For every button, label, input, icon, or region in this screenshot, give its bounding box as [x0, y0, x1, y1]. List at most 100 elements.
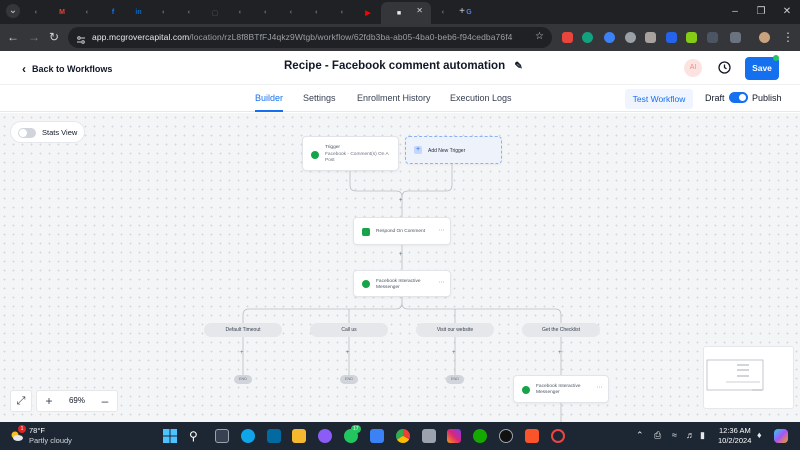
fit-screen-icon[interactable]: ⤢: [10, 390, 32, 412]
test-workflow-button[interactable]: Test Workflow: [625, 89, 693, 109]
browser-tab[interactable]: ◐: [24, 4, 49, 21]
workflow-canvas[interactable]: Stats View Trigger Facebook - Comment(s)…: [0, 113, 800, 422]
edge-icon[interactable]: [241, 429, 255, 443]
tab-settings[interactable]: Settings: [303, 93, 336, 103]
chevron-up-icon[interactable]: ⌃: [636, 430, 644, 441]
back-to-workflows-link[interactable]: ‹ Back to Workflows: [22, 62, 112, 76]
battery-icon[interactable]: ▮: [700, 430, 705, 441]
more-options-icon[interactable]: ⋯: [439, 227, 445, 234]
browser-tab[interactable]: ■ ✕: [381, 2, 431, 24]
threads-icon[interactable]: [499, 429, 513, 443]
brave-icon[interactable]: [525, 429, 539, 443]
browser-tab[interactable]: ◐: [254, 4, 279, 21]
add-step-plus-icon[interactable]: +: [399, 252, 403, 258]
trigger-node[interactable]: Trigger Facebook - Comment(s) On A Post: [302, 136, 399, 171]
action-node-messenger-2[interactable]: Facebook Interactive Messenger ⋯: [513, 375, 609, 403]
profile-avatar-icon[interactable]: [759, 32, 770, 43]
tab-builder[interactable]: Builder: [255, 93, 283, 103]
weather-temp[interactable]: 78°F: [29, 426, 45, 435]
publish-toggle[interactable]: [729, 92, 748, 103]
copilot-icon[interactable]: [774, 429, 788, 443]
reload-icon[interactable]: ↻: [47, 30, 61, 44]
weather-desc[interactable]: Partly cloudy: [29, 436, 72, 445]
extension-icon[interactable]: [604, 32, 615, 43]
stats-switch[interactable]: [18, 128, 36, 138]
back-arrow-icon[interactable]: ←: [6, 30, 20, 44]
browser-tab[interactable]: in: [126, 4, 151, 21]
wifi-icon[interactable]: ≈: [672, 430, 677, 440]
clock-time[interactable]: 12:36 AM: [719, 426, 751, 435]
add-step-plus-icon[interactable]: +: [452, 350, 456, 356]
mail-icon[interactable]: [422, 429, 436, 443]
extension-icon[interactable]: [582, 32, 593, 43]
browser-tab[interactable]: ◐: [330, 4, 355, 21]
zoom-out-button[interactable]: –: [93, 391, 117, 411]
browser-tab[interactable]: ▶: [356, 4, 381, 21]
stats-view-toggle[interactable]: Stats View: [10, 121, 85, 143]
action-node-messenger[interactable]: Facebook Interactive Messenger ⋯: [353, 270, 451, 297]
store-icon[interactable]: [370, 429, 384, 443]
zoom-in-button[interactable]: +: [37, 391, 61, 411]
opera-icon[interactable]: [551, 429, 565, 443]
canvas-minimap[interactable]: [703, 346, 794, 409]
browser-tab[interactable]: ◐: [279, 4, 304, 21]
browser-tab[interactable]: ◐: [305, 4, 330, 21]
windows-start-icon[interactable]: [163, 429, 177, 443]
upwork-icon[interactable]: [473, 429, 487, 443]
tab-search-icon[interactable]: ⌄: [6, 4, 20, 18]
instagram-icon[interactable]: [447, 429, 461, 443]
browser-tab[interactable]: ◐: [177, 4, 202, 21]
browser-tab[interactable]: ▢: [203, 4, 228, 21]
outlook-icon[interactable]: [267, 429, 281, 443]
branch-visit-website[interactable]: Visit our website: [416, 323, 494, 337]
extension-icon[interactable]: [686, 32, 697, 43]
close-tab-icon[interactable]: ✕: [416, 6, 423, 15]
bookmark-star-icon[interactable]: ☆: [535, 31, 544, 42]
page-title[interactable]: Recipe - Facebook comment automation ✎: [284, 60, 523, 72]
maximize-icon[interactable]: ❐: [754, 5, 768, 19]
file-explorer-icon[interactable]: [292, 429, 306, 443]
browser-menu-icon[interactable]: ⋮: [781, 30, 795, 44]
extension-icon[interactable]: [666, 32, 677, 43]
chrome-icon[interactable]: [396, 429, 410, 443]
browser-tab[interactable]: f: [101, 4, 126, 21]
branch-default-timeout[interactable]: Default Timeout: [204, 323, 282, 337]
history-icon[interactable]: [717, 60, 732, 75]
pencil-edit-icon[interactable]: ✎: [514, 61, 522, 72]
close-icon[interactable]: ✕: [780, 5, 794, 19]
volume-icon[interactable]: ♬: [686, 430, 695, 440]
search-icon[interactable]: ⚲: [189, 429, 203, 443]
add-step-plus-icon[interactable]: +: [240, 350, 244, 356]
add-step-plus-icon[interactable]: +: [346, 350, 350, 356]
more-options-icon[interactable]: ⋯: [597, 384, 603, 391]
action-node-respond[interactable]: Respond On Comment ⋯: [353, 217, 451, 245]
more-options-icon[interactable]: ⋯: [439, 279, 445, 286]
branch-get-checklist[interactable]: Get the Checklist: [522, 323, 600, 337]
browser-tab[interactable]: ◐: [75, 4, 100, 21]
address-bar[interactable]: app.mcgrovercapital.com/location/rzL8f8B…: [68, 27, 552, 48]
clock-date[interactable]: 10/2/2024: [718, 436, 751, 445]
site-info-icon[interactable]: [76, 32, 86, 44]
browser-tab[interactable]: ◐: [228, 4, 253, 21]
minimize-icon[interactable]: –: [728, 5, 742, 19]
new-tab-icon[interactable]: +: [455, 5, 469, 19]
add-new-trigger-button[interactable]: + Add New Trigger: [405, 136, 502, 164]
browser-tab[interactable]: M: [50, 4, 75, 21]
browser-tab[interactable]: ◐: [152, 4, 177, 21]
extension-icon[interactable]: [562, 32, 573, 43]
forward-arrow-icon[interactable]: →: [27, 30, 41, 44]
tab-enrollment-history[interactable]: Enrollment History: [357, 93, 431, 103]
extension-icon[interactable]: [645, 32, 656, 43]
branch-call-us[interactable]: Call us: [310, 323, 388, 337]
browser-tab[interactable]: ◐: [431, 4, 456, 21]
add-step-plus-icon[interactable]: +: [399, 198, 403, 204]
extension-icon[interactable]: [625, 32, 636, 43]
extension-icon[interactable]: [707, 32, 718, 43]
task-view-icon[interactable]: [215, 429, 229, 443]
tab-execution-logs[interactable]: Execution Logs: [450, 93, 512, 103]
avatar[interactable]: AI: [684, 59, 702, 77]
extensions-puzzle-icon[interactable]: [730, 32, 741, 43]
messenger-icon[interactable]: [318, 429, 332, 443]
printer-icon[interactable]: ⎙: [654, 430, 661, 441]
add-step-plus-icon[interactable]: +: [558, 350, 562, 356]
